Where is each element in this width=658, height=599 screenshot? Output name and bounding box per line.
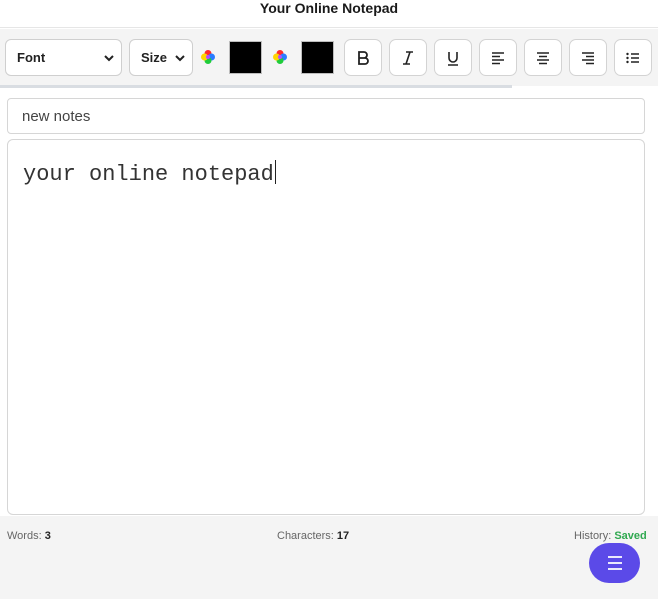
title-bar: Your Online Notepad — [0, 0, 658, 28]
align-left-icon — [492, 51, 504, 64]
status-bar: Words: 3 Characters: 17 History: Saved — [0, 516, 658, 599]
chevron-down-icon — [104, 55, 114, 62]
editor-content[interactable]: your online notepad — [23, 160, 276, 187]
bullet-list-button[interactable] — [614, 39, 652, 76]
align-center-icon — [537, 51, 549, 64]
align-right-icon — [582, 51, 594, 64]
align-left-button[interactable] — [479, 39, 517, 76]
italic-icon — [403, 50, 413, 65]
bold-button[interactable] — [344, 39, 382, 76]
page-title: Your Online Notepad — [259, 0, 399, 16]
history-status: History: Saved — [574, 530, 647, 542]
align-center-button[interactable] — [524, 39, 562, 76]
word-count-value: 3 — [44, 530, 51, 542]
bold-icon — [358, 50, 369, 65]
note-title-input[interactable] — [7, 98, 645, 134]
character-count: Characters: 17 — [277, 530, 350, 542]
highlight-color-wheel-icon[interactable] — [272, 49, 288, 65]
toolbar-progress-bar — [0, 85, 512, 88]
editor-text: your online notepad — [23, 162, 274, 187]
menu-icon — [607, 556, 622, 570]
font-select-label: Font — [17, 50, 46, 65]
size-select-label: Size — [141, 50, 168, 65]
underline-icon — [448, 51, 458, 66]
text-color-wheel-icon[interactable] — [200, 49, 216, 65]
highlight-color-swatch[interactable] — [301, 41, 334, 74]
chevron-down-icon — [175, 55, 185, 62]
text-color-swatch[interactable] — [229, 41, 262, 74]
italic-button[interactable] — [389, 39, 427, 76]
underline-button[interactable] — [434, 39, 472, 76]
saved-badge: Saved — [614, 530, 647, 542]
align-right-button[interactable] — [569, 39, 607, 76]
character-count-value: 17 — [336, 530, 350, 542]
menu-fab-button[interactable] — [589, 543, 640, 583]
text-caret — [274, 160, 276, 184]
font-select[interactable]: Font — [5, 39, 122, 76]
word-count: Words: 3 — [7, 530, 51, 542]
note-editor[interactable]: your online notepad — [7, 139, 645, 515]
size-select[interactable]: Size — [129, 39, 193, 76]
list-icon — [626, 52, 639, 63]
